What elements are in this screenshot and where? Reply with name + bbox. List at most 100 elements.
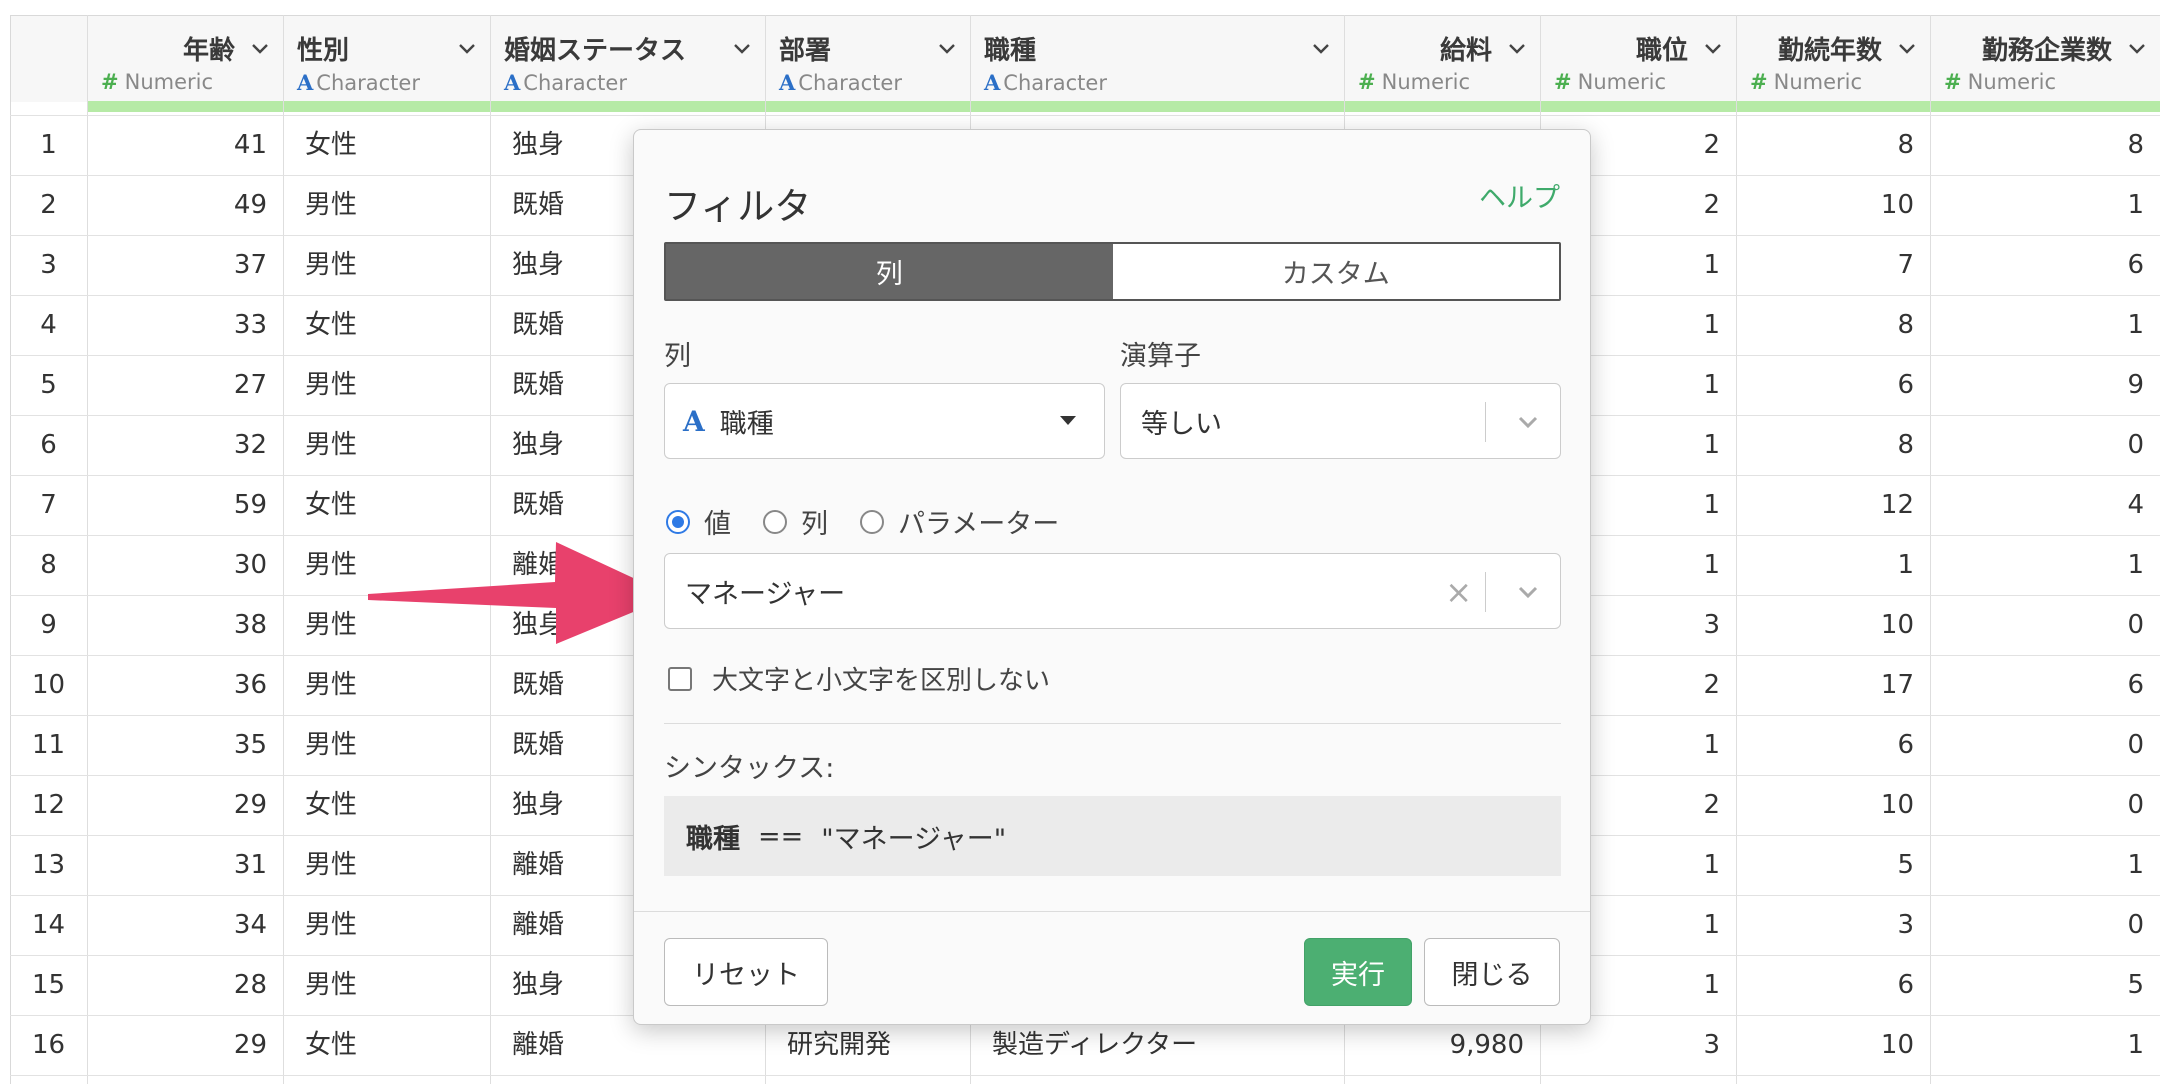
- table-cell: 4: [2127, 490, 2144, 520]
- radio-column-label: 列: [801, 509, 828, 540]
- table-cell: 33: [233, 310, 267, 340]
- table-cell: 0: [2127, 730, 2144, 760]
- table-cell: 女性: [305, 490, 358, 520]
- syntax-operator: ==: [758, 820, 804, 852]
- syntax-value: "マネージャー": [821, 823, 1007, 855]
- help-link[interactable]: ヘルプ: [1479, 176, 1560, 215]
- chevron-down-icon[interactable]: [456, 37, 478, 59]
- column-label: 列: [664, 341, 691, 372]
- ignore-case-label: 大文字と小文字を区別しない: [712, 666, 1051, 696]
- radio-value[interactable]: 値: [666, 502, 731, 541]
- column-header[interactable]: 性別 A Character: [283, 16, 490, 101]
- radio-parameter[interactable]: パラメーター: [860, 502, 1059, 541]
- table-cell: 1: [2127, 850, 2144, 880]
- row-index: 16: [31, 1030, 66, 1060]
- column-type-label: Character: [523, 71, 627, 95]
- column-header[interactable]: 部署 A Character: [765, 16, 970, 101]
- table-cell: 32: [233, 430, 267, 460]
- column-header-name: 職位: [1635, 35, 1688, 66]
- character-type-icon: A: [504, 70, 521, 95]
- value-input[interactable]: マネージャー ×: [664, 553, 1561, 629]
- chevron-down-icon[interactable]: [1514, 578, 1542, 606]
- row-index: 7: [40, 490, 57, 520]
- chevron-down-icon[interactable]: [249, 37, 271, 59]
- chevron-down-icon[interactable]: [1896, 37, 1918, 59]
- table-cell: 10: [1880, 610, 1914, 640]
- table-cell: 8: [2127, 130, 2144, 160]
- chevron-down-icon[interactable]: [936, 37, 958, 59]
- chevron-down-icon[interactable]: [1506, 37, 1528, 59]
- table-cell: 8: [1897, 430, 1914, 460]
- column-header[interactable]: 職種 A Character: [970, 16, 1344, 101]
- select-separator: [1485, 572, 1486, 612]
- chevron-down-icon[interactable]: [1514, 408, 1542, 436]
- radio-unselected-icon: [860, 509, 884, 534]
- value-mode-radios: 値 列 パラメーター: [666, 502, 1091, 541]
- row-index: 8: [40, 550, 57, 580]
- column-select[interactable]: A 職種: [664, 383, 1105, 459]
- reset-button[interactable]: リセット: [664, 938, 828, 1006]
- operator-select-value: 等しい: [1141, 408, 1222, 440]
- column-header[interactable]: 婚姻ステータス A Character: [490, 16, 765, 101]
- chevron-down-icon[interactable]: [1310, 37, 1332, 59]
- column-header[interactable]: 勤務企業数 # Numeric: [1930, 16, 2160, 101]
- numeric-type-icon: #: [1358, 70, 1376, 94]
- table-cell: 男性: [305, 430, 358, 460]
- syntax-preview: 職種 == "マネージャー": [664, 796, 1561, 876]
- run-button[interactable]: 実行: [1304, 938, 1412, 1006]
- select-separator: [1485, 402, 1486, 442]
- column-header-name: 部署: [779, 35, 832, 66]
- column-header[interactable]: 年齢 # Numeric: [87, 16, 283, 101]
- table-cell: 6: [1897, 370, 1914, 400]
- footer-divider: [634, 911, 1590, 912]
- column-header-name: 職種: [984, 35, 1037, 66]
- table-cell: 男性: [305, 370, 358, 400]
- column-type-label: Character: [798, 71, 902, 95]
- numeric-type-icon: #: [101, 70, 119, 94]
- table-cell: 10: [1880, 790, 1914, 820]
- column-header[interactable]: 職位 # Numeric: [1540, 16, 1736, 101]
- table-cell: 6: [1897, 970, 1914, 1000]
- table-cell: 31: [233, 850, 267, 880]
- row-index: 15: [31, 970, 66, 1000]
- ignore-case-checkbox-row[interactable]: 大文字と小文字を区別しない: [668, 660, 1050, 697]
- column-header-name: 勤続年数: [1777, 35, 1882, 66]
- dialog-title: フィルタ: [664, 185, 812, 228]
- column-header[interactable]: 給料 # Numeric: [1344, 16, 1540, 101]
- close-button[interactable]: 閉じる: [1424, 938, 1560, 1006]
- chevron-down-icon[interactable]: [2126, 37, 2148, 59]
- filter-mode-tabs: 列 カスタム: [664, 242, 1561, 301]
- operator-label: 演算子: [1120, 341, 1201, 372]
- table-cell: 0: [2127, 790, 2144, 820]
- column-type: A Character: [297, 70, 478, 95]
- row-index: 9: [40, 610, 57, 640]
- chevron-down-icon[interactable]: [731, 37, 753, 59]
- character-type-icon: A: [984, 70, 1001, 95]
- tab-custom[interactable]: カスタム: [1112, 244, 1559, 299]
- table-cell: 女性: [305, 1030, 358, 1060]
- column-header-name: 性別: [297, 35, 350, 66]
- row-index: 13: [31, 850, 66, 880]
- table-cell: 0: [2127, 610, 2144, 640]
- tab-column[interactable]: 列: [666, 244, 1113, 299]
- row-index: 1: [40, 130, 57, 160]
- table-cell: 36: [233, 670, 267, 700]
- table-cell: 12: [1880, 490, 1914, 520]
- table-cell: 1: [2127, 1030, 2144, 1060]
- column-header[interactable]: 勤続年数 # Numeric: [1736, 16, 1930, 101]
- ignore-case-checkbox[interactable]: [668, 666, 692, 691]
- table-cell: 34: [233, 910, 267, 940]
- table-cell: 8: [1897, 310, 1914, 340]
- chevron-down-icon[interactable]: [1702, 37, 1724, 59]
- radio-column[interactable]: 列: [763, 502, 828, 541]
- column-header-name: 勤務企業数: [1981, 35, 2112, 66]
- row-index: 6: [40, 430, 57, 460]
- syntax-label: シンタックス:: [664, 753, 835, 784]
- column-header-name: 婚姻ステータス: [504, 35, 687, 66]
- table-cell: 10: [1880, 190, 1914, 220]
- operator-select[interactable]: 等しい: [1120, 383, 1561, 459]
- column-type: # Numeric: [1944, 70, 2148, 94]
- clear-icon[interactable]: ×: [1445, 576, 1472, 608]
- value-input-text: マネージャー: [685, 578, 846, 610]
- row-index: 2: [40, 190, 57, 220]
